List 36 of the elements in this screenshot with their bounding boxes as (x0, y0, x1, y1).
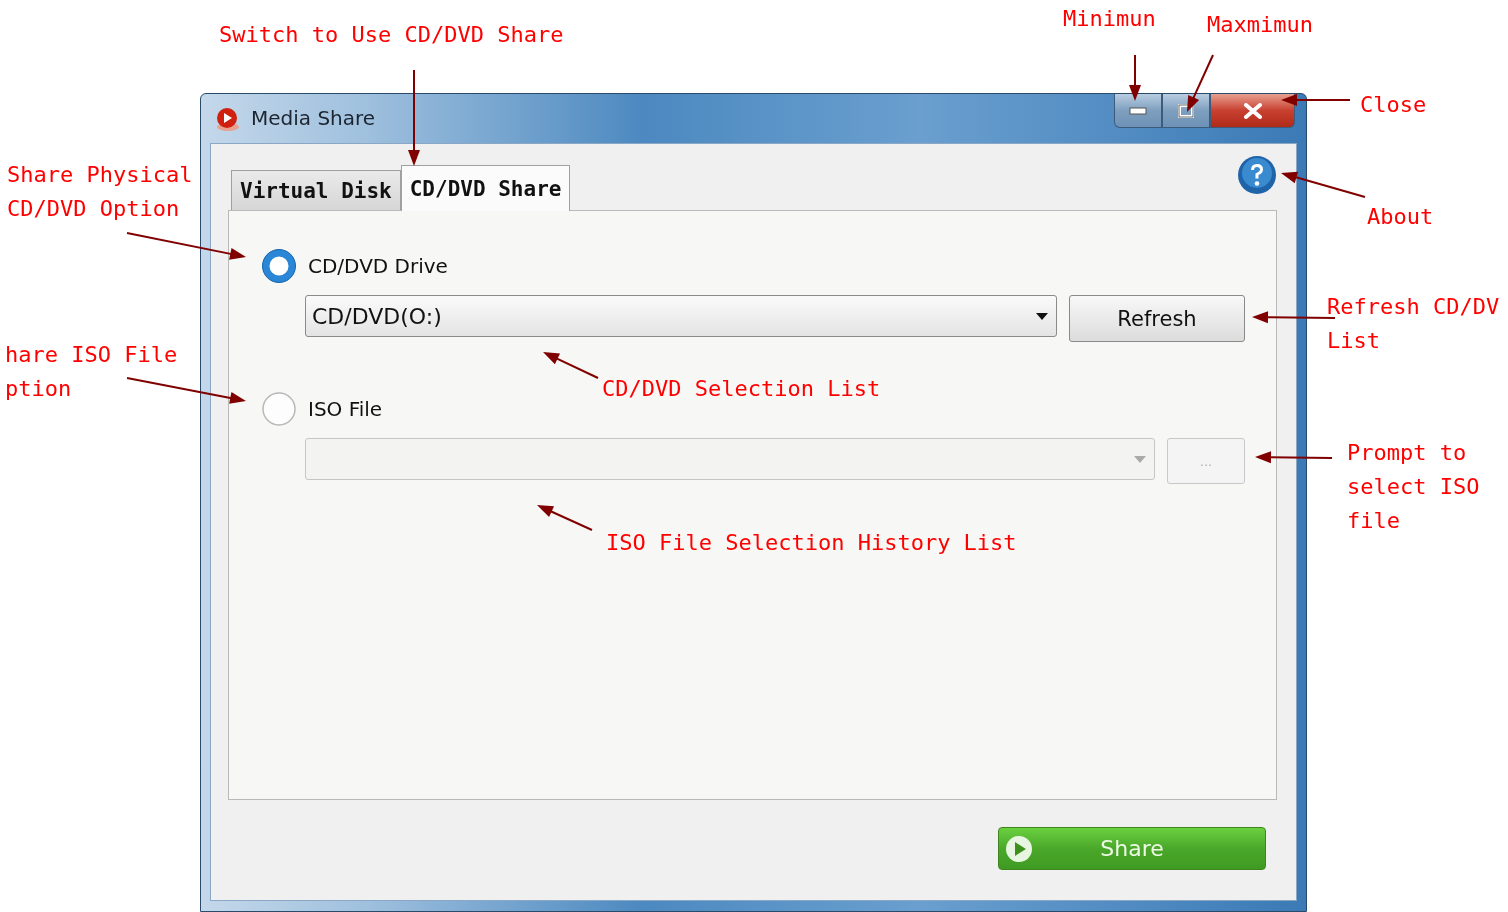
drive-dropdown[interactable]: CD/DVD(O:) (305, 295, 1057, 337)
maximize-icon (1178, 103, 1194, 118)
arrow (1281, 94, 1351, 106)
arrow (1129, 54, 1141, 101)
dropdown-caret-icon (1134, 455, 1146, 463)
dropdown-caret-icon (1036, 312, 1048, 320)
tab[interactable]: Virtual Disk (231, 170, 401, 210)
arrow (537, 505, 593, 531)
annotation-label: hare ISO File ption (5, 341, 178, 403)
close-icon (1242, 102, 1263, 119)
annotation-label: Share Physical CD/DVD Option (7, 161, 193, 223)
window-title: Media Share (251, 106, 376, 130)
annotation-label: Minimun (1063, 5, 1156, 33)
refresh-button[interactable]: Refresh (1069, 295, 1245, 342)
annotation-label: Refresh CD/DV List (1327, 293, 1500, 355)
play-disc-icon (215, 106, 241, 132)
annotation-label: ISO File Selection History List (606, 529, 1017, 557)
tab[interactable]: CD/DVD Share (400, 165, 571, 211)
annotation-label: CD/DVD Selection List (602, 375, 881, 403)
annotation-label: Maxmimun (1207, 11, 1313, 39)
radio-label[interactable]: CD/DVD Drive (308, 254, 448, 278)
radio-label[interactable]: ISO File (308, 397, 383, 421)
help-icon[interactable] (1237, 155, 1277, 195)
close-button[interactable] (1210, 94, 1295, 128)
minimize-icon (1129, 106, 1147, 115)
radio-button[interactable] (262, 249, 296, 283)
annotation-label: Switch to Use CD/DVD Share (219, 21, 564, 49)
arrow (1187, 54, 1214, 112)
arrow (543, 352, 599, 379)
minimize-button[interactable] (1114, 94, 1162, 128)
annotation-label: About (1367, 203, 1434, 231)
play-icon (1005, 834, 1033, 863)
radio-button[interactable] (262, 392, 296, 426)
annotation-label: Prompt to select ISO file (1347, 439, 1480, 535)
maximize-button[interactable] (1162, 94, 1210, 128)
annotation-label: Close (1360, 91, 1427, 119)
